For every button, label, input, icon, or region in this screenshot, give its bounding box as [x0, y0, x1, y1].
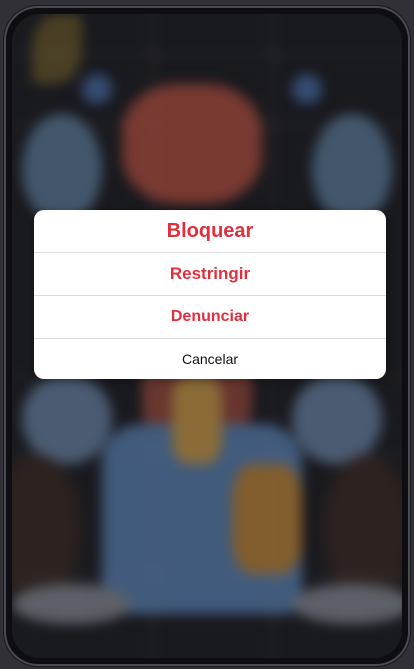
- page: Bloquear Restringir Denunciar Cancelar: [0, 0, 414, 669]
- cancel-button[interactable]: Cancelar: [34, 339, 386, 379]
- action-sheet: Bloquear Restringir Denunciar Cancelar: [34, 210, 386, 379]
- report-button[interactable]: Denunciar: [34, 296, 386, 339]
- block-button[interactable]: Bloquear: [34, 210, 386, 253]
- restrict-button[interactable]: Restringir: [34, 253, 386, 296]
